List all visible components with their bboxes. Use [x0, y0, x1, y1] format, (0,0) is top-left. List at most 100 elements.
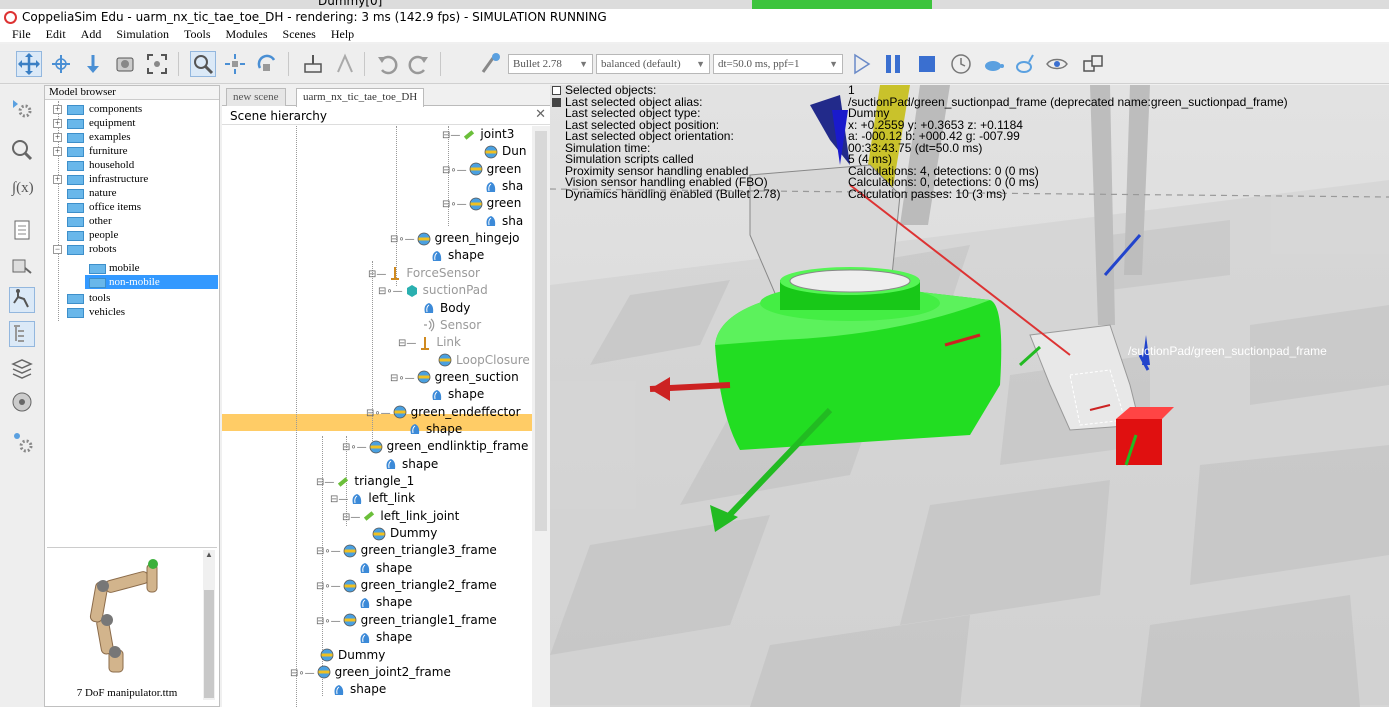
model-folder-household[interactable]: household: [45, 158, 219, 172]
hierarchy-row[interactable]: shape: [408, 421, 462, 438]
expand-toggle-icon[interactable]: ⊟∘—: [442, 162, 467, 179]
expand-toggle-icon[interactable]: ⊟∘—: [390, 231, 415, 248]
hierarchy-row[interactable]: ⊟— left_link_joint: [342, 508, 459, 525]
expand-toggle-icon[interactable]: ⊟∘—: [290, 665, 315, 682]
model-folder-robots[interactable]: − robots: [45, 242, 219, 256]
model-folder-mobile[interactable]: mobile: [45, 261, 219, 275]
menu-scenes[interactable]: Scenes: [283, 26, 316, 42]
hierarchy-row[interactable]: sha: [484, 213, 523, 230]
expand-toggle-icon[interactable]: ⊟∘—: [316, 543, 341, 560]
hierarchy-row[interactable]: ⊟∘— green: [442, 161, 521, 178]
expand-toggle-icon[interactable]: ⊟∘—: [366, 405, 391, 422]
tab-new-scene[interactable]: new scene: [226, 88, 286, 106]
script-function-icon[interactable]: ∫(x): [9, 173, 35, 199]
hierarchy-row[interactable]: ⊟— left_link: [330, 490, 415, 507]
dynamics-engine-icon[interactable]: [478, 51, 504, 77]
object-shift-icon[interactable]: [222, 51, 248, 77]
hierarchy-row[interactable]: shape: [358, 629, 412, 646]
scene-hierarchy-scrollbar[interactable]: [532, 126, 550, 707]
menu-modules[interactable]: Modules: [226, 26, 268, 42]
hierarchy-row[interactable]: ⊟∘— green_suction: [390, 369, 519, 386]
hierarchy-row[interactable]: ⊟∘— suctionPad: [378, 282, 488, 299]
model-folder-office-items[interactable]: office items: [45, 200, 219, 214]
model-folder-equipment[interactable]: + equipment: [45, 116, 219, 130]
pause-icon[interactable]: [880, 51, 906, 77]
menu-file[interactable]: File: [12, 26, 31, 42]
model-folder-non-mobile[interactable]: non-mobile: [85, 275, 218, 289]
camera-rotate-icon[interactable]: [48, 51, 74, 77]
hierarchy-row[interactable]: ⊟— triangle_1: [316, 473, 414, 490]
model-browser-toggle-icon[interactable]: [9, 287, 35, 313]
model-folder-other[interactable]: other: [45, 214, 219, 228]
menu-tools[interactable]: Tools: [184, 26, 211, 42]
expand-toggle-icon[interactable]: ⊟—: [316, 474, 334, 491]
model-folder-examples[interactable]: + examples: [45, 130, 219, 144]
close-hierarchy-icon[interactable]: ✕: [535, 107, 546, 122]
model-folder-furniture[interactable]: + furniture: [45, 144, 219, 158]
object-rotate-icon[interactable]: [254, 51, 280, 77]
hierarchy-row[interactable]: Dun: [484, 143, 526, 160]
hierarchy-row[interactable]: ⊟∘— green_joint2_frame: [290, 664, 451, 681]
expand-toggle-icon[interactable]: ⊟∘—: [316, 578, 341, 595]
model-thumbnail-scrollbar[interactable]: ▲: [203, 550, 215, 700]
info-checkbox[interactable]: [552, 97, 561, 107]
camera-shift-icon[interactable]: [80, 51, 106, 77]
video-recorder-icon[interactable]: [9, 389, 35, 415]
expand-toggle-icon[interactable]: ⊟∘—: [442, 196, 467, 213]
model-folder-people[interactable]: people: [45, 228, 219, 242]
faster-rabbit-icon[interactable]: [1012, 51, 1038, 77]
hierarchy-row[interactable]: Dummy: [320, 647, 385, 664]
menu-help[interactable]: Help: [331, 26, 354, 42]
hierarchy-row[interactable]: shape: [358, 560, 412, 577]
hierarchy-row[interactable]: shape: [430, 247, 484, 264]
transfer-dna-icon[interactable]: [332, 51, 358, 77]
info-checkbox[interactable]: [552, 86, 561, 95]
layers-icon[interactable]: [9, 253, 35, 279]
hierarchy-row[interactable]: Sensor: [422, 317, 481, 334]
hierarchy-row[interactable]: ⊟∘— green_hingejo: [390, 230, 520, 247]
page-layout-icon[interactable]: [1080, 51, 1106, 77]
hierarchy-row[interactable]: Dummy: [372, 525, 437, 542]
hierarchy-row[interactable]: shape: [384, 456, 438, 473]
hierarchy-row[interactable]: ⊟∘— green_endeffector: [366, 404, 521, 421]
hierarchy-row[interactable]: Body: [422, 300, 470, 317]
timestep-select[interactable]: dt=50.0 ms, ppf=1 ▼: [713, 54, 843, 74]
click-select-icon[interactable]: [190, 51, 216, 77]
file-icon[interactable]: [9, 217, 35, 243]
expand-toggle-icon[interactable]: ⊟—: [398, 335, 416, 352]
hierarchy-row[interactable]: shape: [332, 681, 386, 698]
hierarchy-row[interactable]: shape: [358, 594, 412, 611]
layers-stack-icon[interactable]: [9, 355, 35, 381]
menu-add[interactable]: Add: [81, 26, 102, 42]
user-settings-icon[interactable]: [9, 429, 35, 455]
model-folder-infrastructure[interactable]: + infrastructure: [45, 172, 219, 186]
hierarchy-row[interactable]: ⊟∘— green_triangle2_frame: [316, 577, 497, 594]
red-cube[interactable]: [1116, 419, 1162, 465]
hierarchy-row[interactable]: ⊟— joint3: [442, 126, 514, 143]
camera-pan-icon[interactable]: [16, 51, 42, 77]
physics-engine-select[interactable]: Bullet 2.78 ▼: [508, 54, 593, 74]
hierarchy-row[interactable]: ⊟∘— green_triangle3_frame: [316, 542, 497, 559]
hierarchy-row[interactable]: sha: [484, 178, 523, 195]
menu-edit[interactable]: Edit: [46, 26, 66, 42]
hierarchy-row[interactable]: ⊟— ForceSensor: [368, 265, 480, 282]
expand-toggle-icon[interactable]: ⊟—: [368, 266, 386, 283]
stop-icon[interactable]: [914, 51, 940, 77]
accuracy-select[interactable]: balanced (default) ▼: [596, 54, 710, 74]
robot-arm-thumbnail[interactable]: [69, 558, 179, 678]
scene-hierarchy-toggle-icon[interactable]: [9, 321, 35, 347]
expand-toggle-icon[interactable]: ⊟∘—: [378, 283, 403, 300]
expand-toggle-icon[interactable]: ⊟∘—: [342, 439, 367, 456]
visualization-eye-icon[interactable]: [1044, 51, 1070, 77]
menu-simulation[interactable]: Simulation: [116, 26, 169, 42]
zoom-icon[interactable]: [9, 137, 35, 163]
simulation-settings-icon[interactable]: [9, 95, 35, 121]
redo-icon[interactable]: [406, 51, 432, 77]
assemble-icon[interactable]: [300, 51, 326, 77]
hierarchy-row[interactable]: LoopClosure: [438, 352, 530, 369]
fit-to-view-icon[interactable]: [144, 51, 170, 77]
hierarchy-row[interactable]: shape: [430, 386, 484, 403]
model-folder-vehicles[interactable]: vehicles: [45, 305, 219, 319]
expand-toggle-icon[interactable]: ⊟—: [342, 509, 360, 526]
slower-turtle-icon[interactable]: [980, 51, 1006, 77]
